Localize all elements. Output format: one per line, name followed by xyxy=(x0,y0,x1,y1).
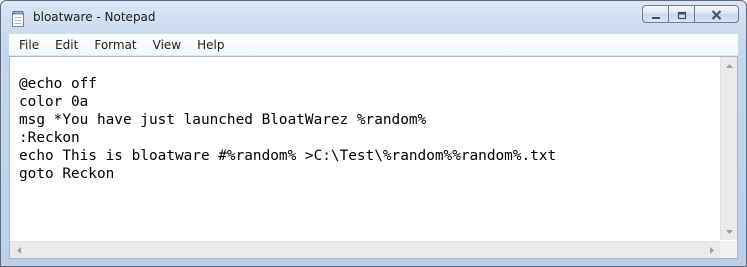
menu-help[interactable]: Help xyxy=(189,35,232,55)
editor-pane: @echo off color 0a msg *You have just la… xyxy=(9,56,738,259)
scroll-left-icon[interactable] xyxy=(10,242,27,258)
maximize-button[interactable] xyxy=(668,5,695,23)
title-bar[interactable]: bloatware - Notepad xyxy=(1,1,746,33)
menu-view[interactable]: View xyxy=(145,35,189,55)
notepad-window: bloatware - Notepad File Edit Format Vie… xyxy=(0,0,747,267)
document-text: @echo off color 0a msg *You have just la… xyxy=(19,75,556,183)
horizontal-scrollbar[interactable] xyxy=(10,241,720,258)
text-line-3: msg *You have just launched BloatWarez %… xyxy=(19,112,427,128)
menu-bar: File Edit Format View Help xyxy=(9,34,738,56)
text-line-1: @echo off xyxy=(19,76,97,92)
vertical-scrollbar[interactable] xyxy=(720,57,737,240)
size-grip[interactable] xyxy=(720,241,737,258)
notepad-icon[interactable] xyxy=(11,11,25,27)
text-editor[interactable]: @echo off color 0a msg *You have just la… xyxy=(10,57,719,240)
menu-file[interactable]: File xyxy=(9,35,47,55)
scroll-down-icon[interactable] xyxy=(721,223,737,240)
close-icon xyxy=(711,5,722,24)
scroll-right-icon[interactable] xyxy=(703,242,720,258)
window-title: bloatware - Notepad xyxy=(33,10,156,24)
close-button[interactable] xyxy=(694,5,739,23)
menu-edit[interactable]: Edit xyxy=(47,35,86,55)
menu-format[interactable]: Format xyxy=(86,35,144,55)
minimize-icon xyxy=(651,5,661,24)
text-line-4: :Reckon xyxy=(19,130,80,146)
text-line-6: goto Reckon xyxy=(19,166,115,182)
text-line-2: color 0a xyxy=(19,94,89,110)
scroll-up-icon[interactable] xyxy=(721,57,737,74)
maximize-icon xyxy=(677,5,687,24)
text-line-5: echo This is bloatware #%random% >C:\Tes… xyxy=(19,148,557,164)
minimize-button[interactable] xyxy=(642,5,669,23)
caption-buttons xyxy=(642,5,739,24)
